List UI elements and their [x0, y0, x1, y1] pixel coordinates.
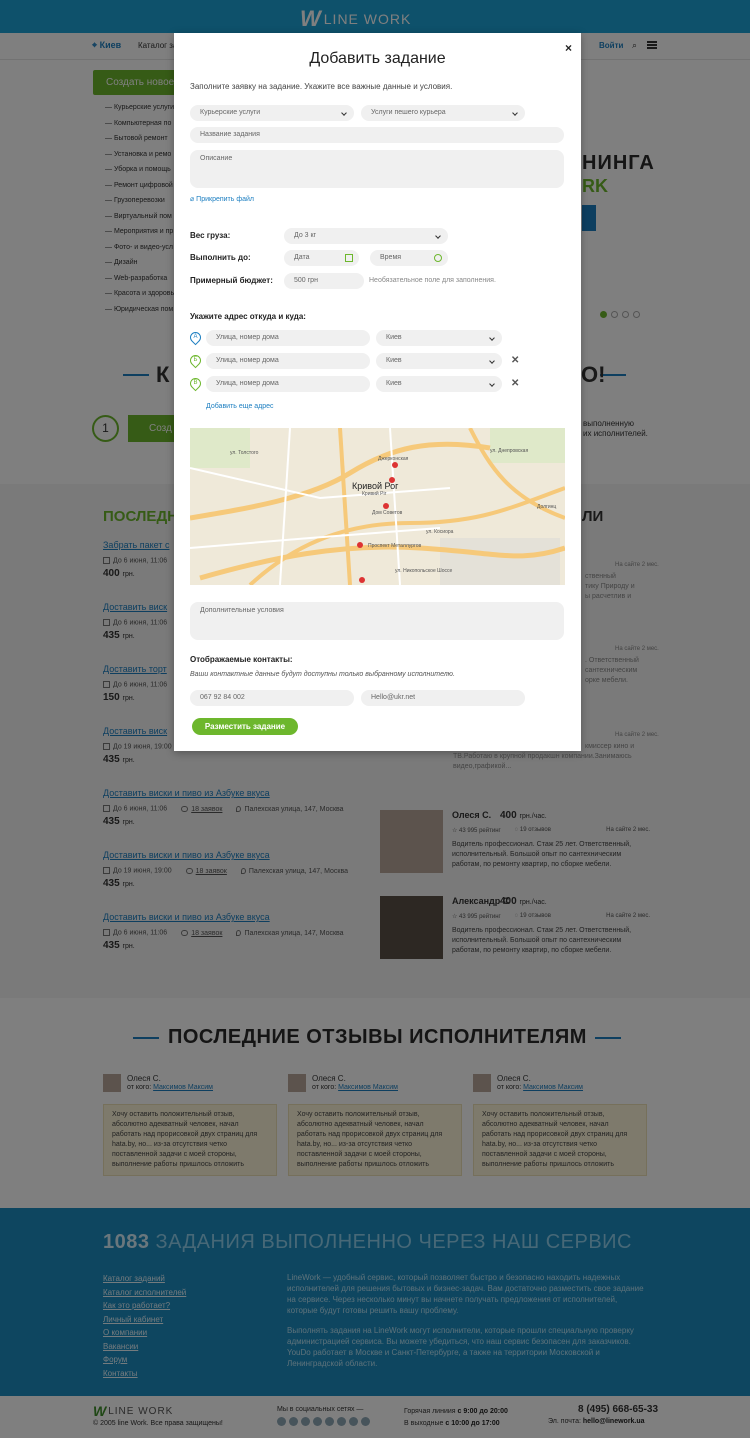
category-select[interactable]: Курьерские услуги — [190, 105, 354, 121]
clock-icon — [434, 254, 442, 262]
time-input[interactable]: Время — [370, 250, 448, 266]
date-input[interactable]: Дата — [284, 250, 359, 266]
desc-line: тику Природу и — [585, 583, 635, 590]
weight-select[interactable]: До 3 кг — [284, 228, 448, 244]
address-street-input[interactable]: Улица, номер дома — [206, 353, 370, 369]
address-street-input[interactable]: Улица, номер дома — [206, 376, 370, 392]
contacts-label: Отображаемые контакты: — [190, 655, 293, 664]
marker-letter: Б — [193, 357, 198, 363]
desc-line: . Ответственный — [585, 657, 639, 664]
attach-file-link[interactable]: ⌀ Прикрепить файл — [190, 195, 254, 203]
deadline-label: Выполнить до: — [190, 253, 251, 262]
subcategory-select[interactable]: Услуги пешего курьера — [361, 105, 525, 121]
address-city-select[interactable]: Киев — [376, 330, 502, 346]
performer-ago: На сайте 2 мес. — [615, 562, 659, 568]
calendar-icon — [345, 254, 353, 262]
paperclip-icon: ⌀ — [190, 196, 195, 203]
budget-label: Примерный бюджет: — [190, 276, 273, 285]
phone-input[interactable]: 067 92 84 002 — [190, 690, 354, 706]
performer-desc-fragment: кмиссер кино и ТВ.Работаю в крупной прода… — [453, 742, 634, 772]
email-input[interactable]: Hello@ukr.net — [361, 690, 525, 706]
address-marker-icon: Б — [187, 352, 204, 369]
remove-address-icon[interactable]: ✕ — [511, 355, 519, 366]
marker-letter: А — [193, 334, 198, 340]
performer-ago: На сайте 2 мес. — [615, 732, 659, 738]
performer-desc-fragment: . Ответственный сантехническим орке мебели… — [585, 656, 639, 686]
performer-desc-fragment: ственный тику Природу и ы расчетлив и — [585, 572, 635, 602]
remove-address-icon[interactable]: ✕ — [511, 378, 519, 389]
address-city-select[interactable]: Киев — [376, 376, 502, 392]
address-marker-icon: А — [187, 329, 204, 346]
weight-label: Вес груза: — [190, 231, 231, 240]
modal-subtitle: Заполните заявку на задание. Укажите все… — [190, 82, 453, 91]
submit-task-button[interactable]: Разместить задание — [192, 718, 298, 735]
desc-line: видео,графикой... — [453, 763, 512, 770]
desc-line: орке мебели. — [585, 677, 628, 684]
desc-line: ТВ.Работаю в крупной продакшн компании.З… — [453, 753, 632, 760]
map-city-label: Кривой Рог — [352, 481, 399, 491]
address-street-input[interactable]: Улица, номер дома — [206, 330, 370, 346]
desc-line: ы расчетлив и — [585, 593, 632, 600]
address-label: Укажите адрес откуда и куда: — [190, 312, 306, 321]
add-address-link[interactable]: Добавить еще адрес — [206, 403, 274, 410]
budget-hint: Необязательное поле для заполнения. — [369, 277, 496, 284]
desc-line: сантехническим — [585, 667, 638, 674]
route-map[interactable]: Кривой Рог ул. Толстого Джерконская Крив… — [190, 428, 565, 585]
desc-line: кмиссер кино и — [585, 743, 635, 750]
performer-ago: На сайте 2 мес. — [615, 646, 659, 652]
contacts-hint: Ваши контактные данные будут доступны то… — [190, 671, 455, 678]
marker-letter: В — [193, 380, 198, 386]
description-textarea[interactable]: Описание — [190, 150, 564, 188]
desc-line: ственный — [585, 573, 616, 580]
extra-conditions-textarea[interactable]: Дополнительные условия — [190, 602, 564, 640]
budget-input[interactable]: 500 грн — [284, 273, 364, 289]
add-task-modal: × Добавить задание Заполните заявку на з… — [174, 33, 581, 751]
modal-title: Добавить задание — [309, 50, 446, 67]
task-name-input[interactable]: Название задания — [190, 127, 564, 143]
address-marker-icon: В — [187, 375, 204, 392]
address-city-select[interactable]: Киев — [376, 353, 502, 369]
